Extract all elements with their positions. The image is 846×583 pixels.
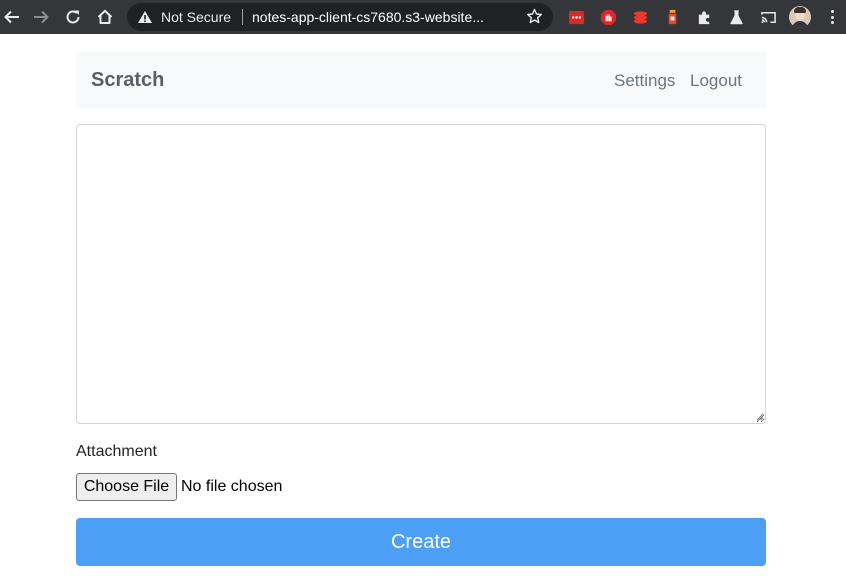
attachment-label: Attachment: [76, 443, 157, 460]
more-menu-icon[interactable]: [827, 8, 837, 26]
cast-icon[interactable]: [759, 8, 777, 26]
profile-avatar[interactable]: [789, 6, 811, 28]
url-text[interactable]: notes-app-client-cs7680.s3-website...: [252, 9, 514, 25]
labs-flask-icon[interactable]: [727, 8, 745, 26]
forward-icon[interactable]: [29, 5, 53, 29]
back-icon[interactable]: [0, 5, 24, 29]
note-content-textarea[interactable]: [76, 124, 766, 424]
app-navbar: Scratch Settings Logout: [76, 52, 766, 108]
choose-file-button[interactable]: Choose File: [76, 473, 177, 501]
lastpass-extension-icon[interactable]: [567, 8, 585, 26]
browser-toolbar: Not Secure notes-app-client-cs7680.s3-we…: [0, 0, 846, 34]
nav-logout-link[interactable]: Logout: [690, 71, 742, 91]
puzzle-extension-icon[interactable]: [695, 8, 713, 26]
address-bar[interactable]: Not Secure notes-app-client-cs7680.s3-we…: [127, 3, 553, 31]
bottle-extension-icon[interactable]: [663, 8, 681, 26]
omnibox-divider: [242, 9, 243, 25]
nav-settings-link[interactable]: Settings: [614, 71, 675, 91]
resize-handle-icon[interactable]: [755, 412, 764, 421]
adblock-extension-icon[interactable]: [599, 8, 617, 26]
file-status-text: No file chosen: [181, 478, 283, 495]
warning-icon: [138, 11, 152, 23]
stack-extension-icon[interactable]: [631, 8, 649, 26]
reload-icon[interactable]: [61, 5, 85, 29]
bookmark-star-icon[interactable]: [526, 8, 543, 25]
brand-logo-link[interactable]: Scratch: [91, 69, 164, 92]
create-button[interactable]: Create: [76, 518, 766, 566]
home-icon[interactable]: [93, 5, 117, 29]
security-status[interactable]: Not Secure: [161, 9, 231, 25]
